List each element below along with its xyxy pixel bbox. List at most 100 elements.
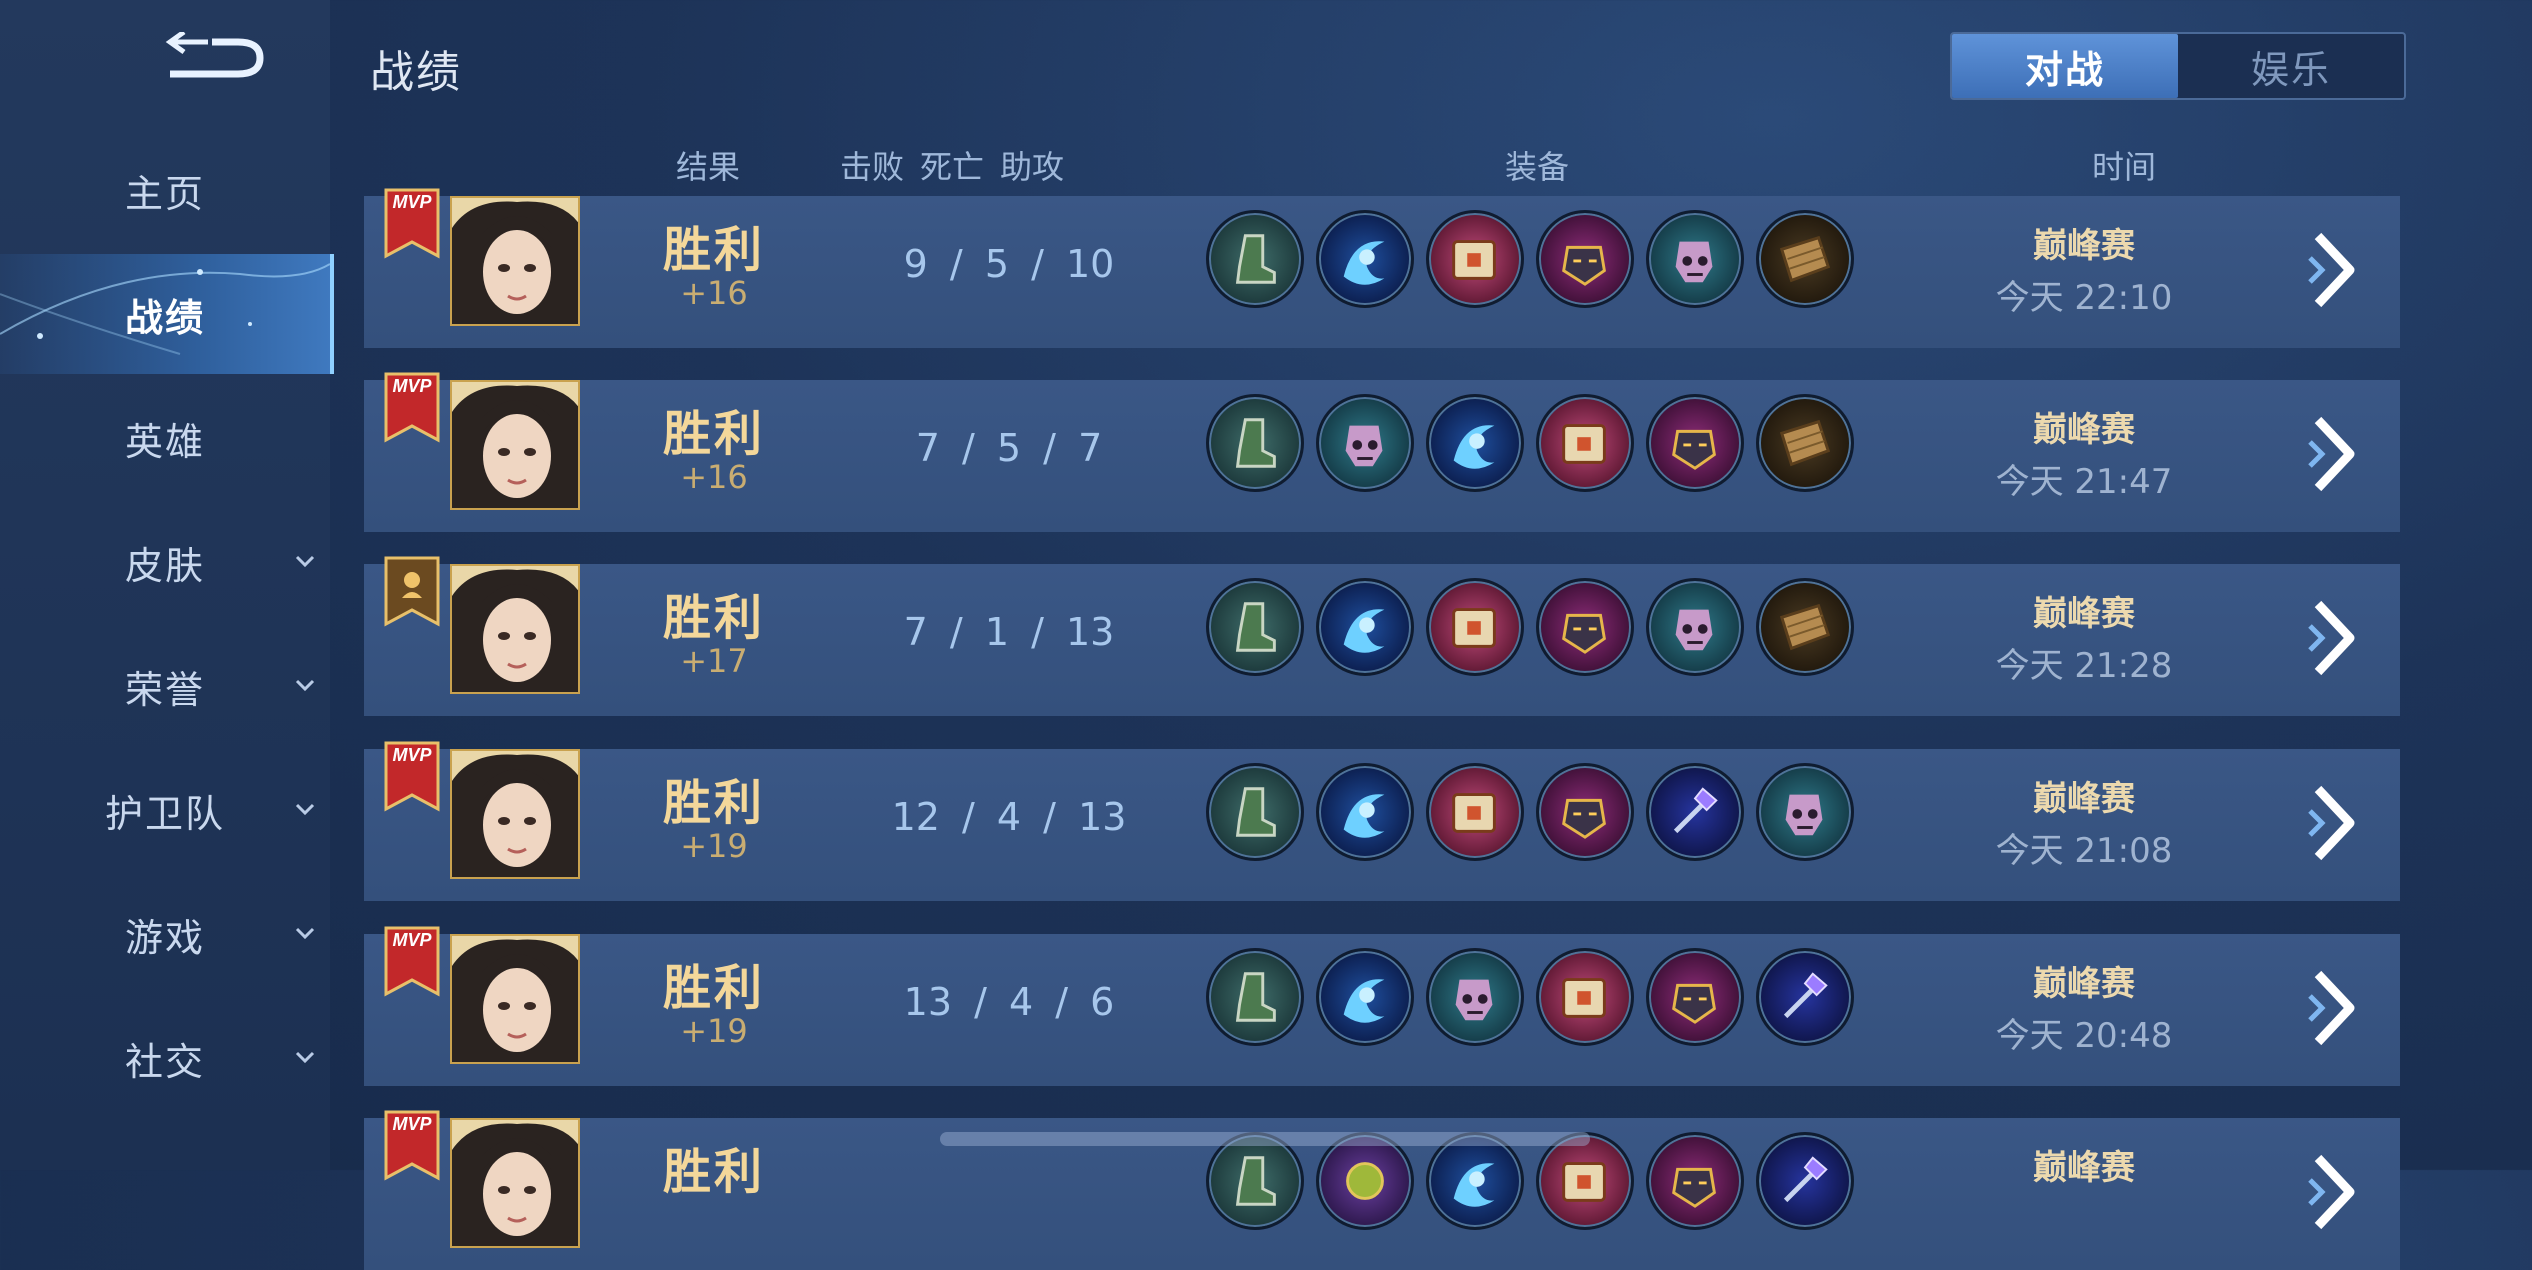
- sidebar-item-6[interactable]: 游戏: [0, 874, 330, 994]
- kills-value: 12: [891, 795, 940, 839]
- hero-portrait[interactable]: [450, 1118, 580, 1248]
- hero-portrait[interactable]: [450, 380, 580, 510]
- match-row[interactable]: MVP 胜利 +16 9 / 5 / 10 巅峰赛 今天 22:10: [364, 188, 2400, 348]
- hero-portrait[interactable]: [450, 749, 580, 879]
- match-detail-button[interactable]: [2304, 781, 2362, 865]
- hero-portrait[interactable]: [450, 934, 580, 1064]
- kda-stats: 7 / 5 / 7: [915, 426, 1103, 470]
- rank-points: +17: [680, 642, 748, 680]
- skull-helm-icon: [1675, 241, 1713, 283]
- blue-orb-item-icon[interactable]: [1316, 948, 1414, 1046]
- crystal-staff-item-icon[interactable]: [1646, 763, 1744, 861]
- sidebar-item-label: 荣誉: [124, 667, 205, 712]
- skull-helm-item-icon[interactable]: [1426, 948, 1524, 1046]
- hero-portrait[interactable]: [450, 564, 580, 694]
- equipment-list: [1206, 763, 1854, 861]
- assists-value: 13: [1078, 795, 1127, 839]
- wooden-board-item-icon[interactable]: [1756, 394, 1854, 492]
- match-time: 今天 21:47: [1995, 462, 2173, 502]
- mvp-ribbon-icon: MVP: [384, 741, 440, 812]
- match-result: 胜利: [662, 222, 765, 278]
- skull-helm-icon: [1675, 609, 1713, 651]
- boots-item-icon[interactable]: [1206, 763, 1304, 861]
- pink-book-item-icon[interactable]: [1426, 578, 1524, 676]
- skull-helm-item-icon[interactable]: [1316, 394, 1414, 492]
- sidebar-item-3[interactable]: 皮肤: [0, 502, 330, 622]
- match-row[interactable]: MVP 胜利 +19 12 / 4 / 13 巅峰赛 今天 21:08: [364, 741, 2400, 901]
- pink-book-icon: [1562, 1162, 1606, 1202]
- blue-orb-item-icon[interactable]: [1426, 394, 1524, 492]
- wooden-board-icon: [1779, 419, 1831, 467]
- wooden-board-item-icon[interactable]: [1756, 578, 1854, 676]
- blue-orb-item-icon[interactable]: [1316, 210, 1414, 308]
- mvp-ribbon-icon: MVP: [384, 188, 440, 259]
- blue-orb-item-icon[interactable]: [1316, 763, 1414, 861]
- boots-item-icon[interactable]: [1206, 1132, 1304, 1230]
- green-gold-item-icon[interactable]: [1316, 1132, 1414, 1230]
- blue-orb-icon: [1343, 979, 1385, 1023]
- assists-value: 6: [1090, 980, 1115, 1024]
- chevron-down-icon: [295, 927, 315, 940]
- rank-points: +19: [680, 827, 748, 865]
- chevron-down-icon: [295, 555, 315, 568]
- horizontal-scrollbar[interactable]: [940, 1132, 1590, 1146]
- sidebar-item-7[interactable]: 社交: [0, 998, 330, 1118]
- boots-item-icon[interactable]: [1206, 948, 1304, 1046]
- pink-book-item-icon[interactable]: [1536, 948, 1634, 1046]
- skull-helm-icon: [1345, 425, 1383, 467]
- skull-helm-item-icon[interactable]: [1646, 578, 1744, 676]
- purple-mask-item-icon[interactable]: [1646, 394, 1744, 492]
- crystal-staff-item-icon[interactable]: [1756, 948, 1854, 1046]
- hero-portrait-image: [452, 566, 578, 692]
- wooden-board-item-icon[interactable]: [1756, 210, 1854, 308]
- back-arrow-icon: [165, 29, 264, 78]
- purple-mask-item-icon[interactable]: [1646, 1132, 1744, 1230]
- hero-portrait[interactable]: [450, 196, 580, 326]
- skull-helm-item-icon[interactable]: [1646, 210, 1744, 308]
- hero-portrait-image: [452, 1120, 578, 1246]
- purple-mask-item-icon[interactable]: [1646, 948, 1744, 1046]
- blue-orb-item-icon[interactable]: [1426, 1132, 1524, 1230]
- mode-toggle: 对战 娱乐: [1950, 32, 2406, 100]
- crystal-staff-item-icon[interactable]: [1756, 1132, 1854, 1230]
- match-row[interactable]: 胜利 +17 7 / 1 / 13 巅峰赛 今天 21:28: [364, 556, 2400, 716]
- purple-mask-item-icon[interactable]: [1536, 763, 1634, 861]
- blue-orb-item-icon[interactable]: [1316, 578, 1414, 676]
- boots-item-icon[interactable]: [1206, 210, 1304, 308]
- match-detail-button[interactable]: [2304, 228, 2362, 312]
- equipment-list: [1206, 210, 1854, 308]
- match-detail-button[interactable]: [2304, 966, 2362, 1050]
- pink-book-item-icon[interactable]: [1536, 1132, 1634, 1230]
- game-mode: 巅峰赛: [2033, 964, 2135, 1004]
- sidebar-item-1[interactable]: 战绩: [0, 254, 334, 374]
- match-time: 今天 20:48: [1995, 1016, 2173, 1056]
- pink-book-item-icon[interactable]: [1426, 210, 1524, 308]
- boots-item-icon[interactable]: [1206, 578, 1304, 676]
- match-detail-button[interactable]: [2304, 596, 2362, 680]
- sidebar-item-2[interactable]: 英雄: [0, 378, 330, 498]
- sidebar-item-5[interactable]: 护卫队: [0, 750, 330, 870]
- pink-book-item-icon[interactable]: [1536, 394, 1634, 492]
- boots-item-icon[interactable]: [1206, 394, 1304, 492]
- kills-value: 7: [915, 426, 940, 470]
- back-button[interactable]: [160, 29, 270, 88]
- match-row[interactable]: MVP 胜利 +19 13 / 4 / 6 巅峰赛 今天 20:48: [364, 926, 2400, 1086]
- kda-stats: 12 / 4 / 13: [891, 795, 1127, 839]
- match-row[interactable]: MVP 胜利 +16 7 / 5 / 7 巅峰赛 今天 21:47: [364, 372, 2400, 532]
- sidebar-item-0[interactable]: 主页: [0, 130, 330, 250]
- wooden-board-icon: [1779, 603, 1831, 651]
- pink-book-item-icon[interactable]: [1426, 763, 1524, 861]
- match-detail-button[interactable]: [2304, 1150, 2362, 1234]
- purple-mask-item-icon[interactable]: [1536, 578, 1634, 676]
- tab-entertainment[interactable]: 娱乐: [2178, 34, 2404, 98]
- purple-mask-item-icon[interactable]: [1536, 210, 1634, 308]
- tab-battle[interactable]: 对战: [1952, 34, 2178, 98]
- kda-stats: 9 / 5 / 10: [903, 242, 1115, 286]
- match-time: 今天 21:08: [1995, 831, 2173, 871]
- wooden-board-icon: [1779, 235, 1831, 283]
- boots-icon: [1235, 972, 1276, 1022]
- sidebar-item-4[interactable]: 荣誉: [0, 626, 330, 746]
- skull-helm-item-icon[interactable]: [1756, 763, 1854, 861]
- match-detail-button[interactable]: [2304, 412, 2362, 496]
- kda-stats: 7 / 1 / 13: [903, 610, 1115, 654]
